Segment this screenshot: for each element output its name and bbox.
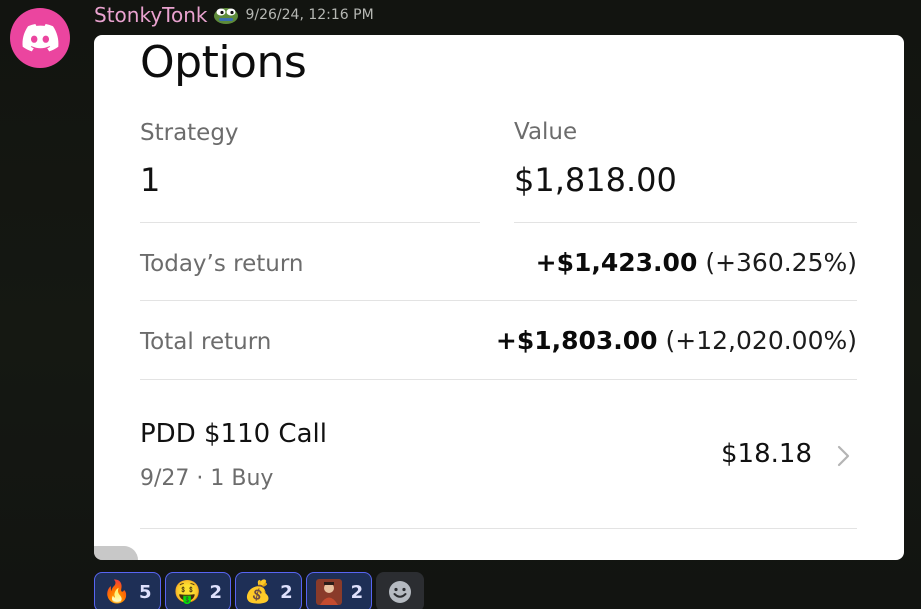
todays-return-amount: +$1,423.00 <box>535 248 698 277</box>
reaction-fire[interactable]: 🔥 5 <box>94 572 161 609</box>
position-price: $18.18 <box>721 439 812 469</box>
todays-return-label: Today’s return <box>140 251 304 277</box>
page-title: Options <box>140 37 307 88</box>
divider <box>140 300 857 301</box>
reaction-count: 5 <box>139 581 152 603</box>
message-header: StonkyTonk 9/26/24, 12:16 PM <box>94 3 374 27</box>
chevron-right-icon[interactable] <box>832 443 854 469</box>
total-return-value: +$1,803.00 (+12,020.00%) <box>496 326 857 355</box>
divider <box>140 528 857 529</box>
reaction-money-bag[interactable]: 💰 2 <box>235 572 302 609</box>
divider <box>140 222 480 223</box>
reaction-bar: 🔥 5 🤑 2 💰 2 2 <box>94 572 425 609</box>
custom-character-emoji-icon <box>315 578 343 606</box>
value-amount: $1,818.00 <box>514 161 677 199</box>
position-subtitle: 9/27 · 1 Buy <box>140 466 274 491</box>
username[interactable]: StonkyTonk <box>94 3 207 27</box>
divider <box>514 222 857 223</box>
reaction-count: 2 <box>280 581 293 603</box>
total-return-percent: (+12,020.00%) <box>665 326 857 355</box>
todays-return-percent: (+360.25%) <box>705 248 857 277</box>
total-return-amount: +$1,803.00 <box>495 326 658 355</box>
money-mouth-emoji-icon: 🤑 <box>173 579 202 604</box>
discord-logo-icon <box>22 24 59 52</box>
reaction-count: 2 <box>209 581 223 603</box>
screenshot-attachment[interactable]: Options Strategy 1 Value $1,818.00 Today… <box>94 35 904 560</box>
corner-shadow <box>94 546 138 560</box>
total-return-label: Total return <box>140 329 272 355</box>
add-reaction-button[interactable] <box>376 572 425 609</box>
position-name[interactable]: PDD $110 Call <box>140 419 327 449</box>
pepe-badge-icon <box>214 8 239 24</box>
reaction-count: 2 <box>350 581 364 603</box>
strategy-label: Strategy <box>140 120 239 146</box>
strategy-value: 1 <box>140 161 161 199</box>
todays-return-value: +$1,423.00 (+360.25%) <box>536 248 857 277</box>
reaction-custom[interactable]: 2 <box>305 572 373 609</box>
money-bag-emoji-icon: 💰 <box>244 579 272 604</box>
divider <box>140 379 857 380</box>
reaction-money-mouth[interactable]: 🤑 2 <box>164 572 232 609</box>
fire-emoji-icon: 🔥 <box>103 579 131 604</box>
message-timestamp: 9/26/24, 12:16 PM <box>245 7 374 23</box>
value-label: Value <box>514 119 578 145</box>
user-avatar[interactable] <box>10 8 70 68</box>
smile-icon <box>389 581 412 603</box>
